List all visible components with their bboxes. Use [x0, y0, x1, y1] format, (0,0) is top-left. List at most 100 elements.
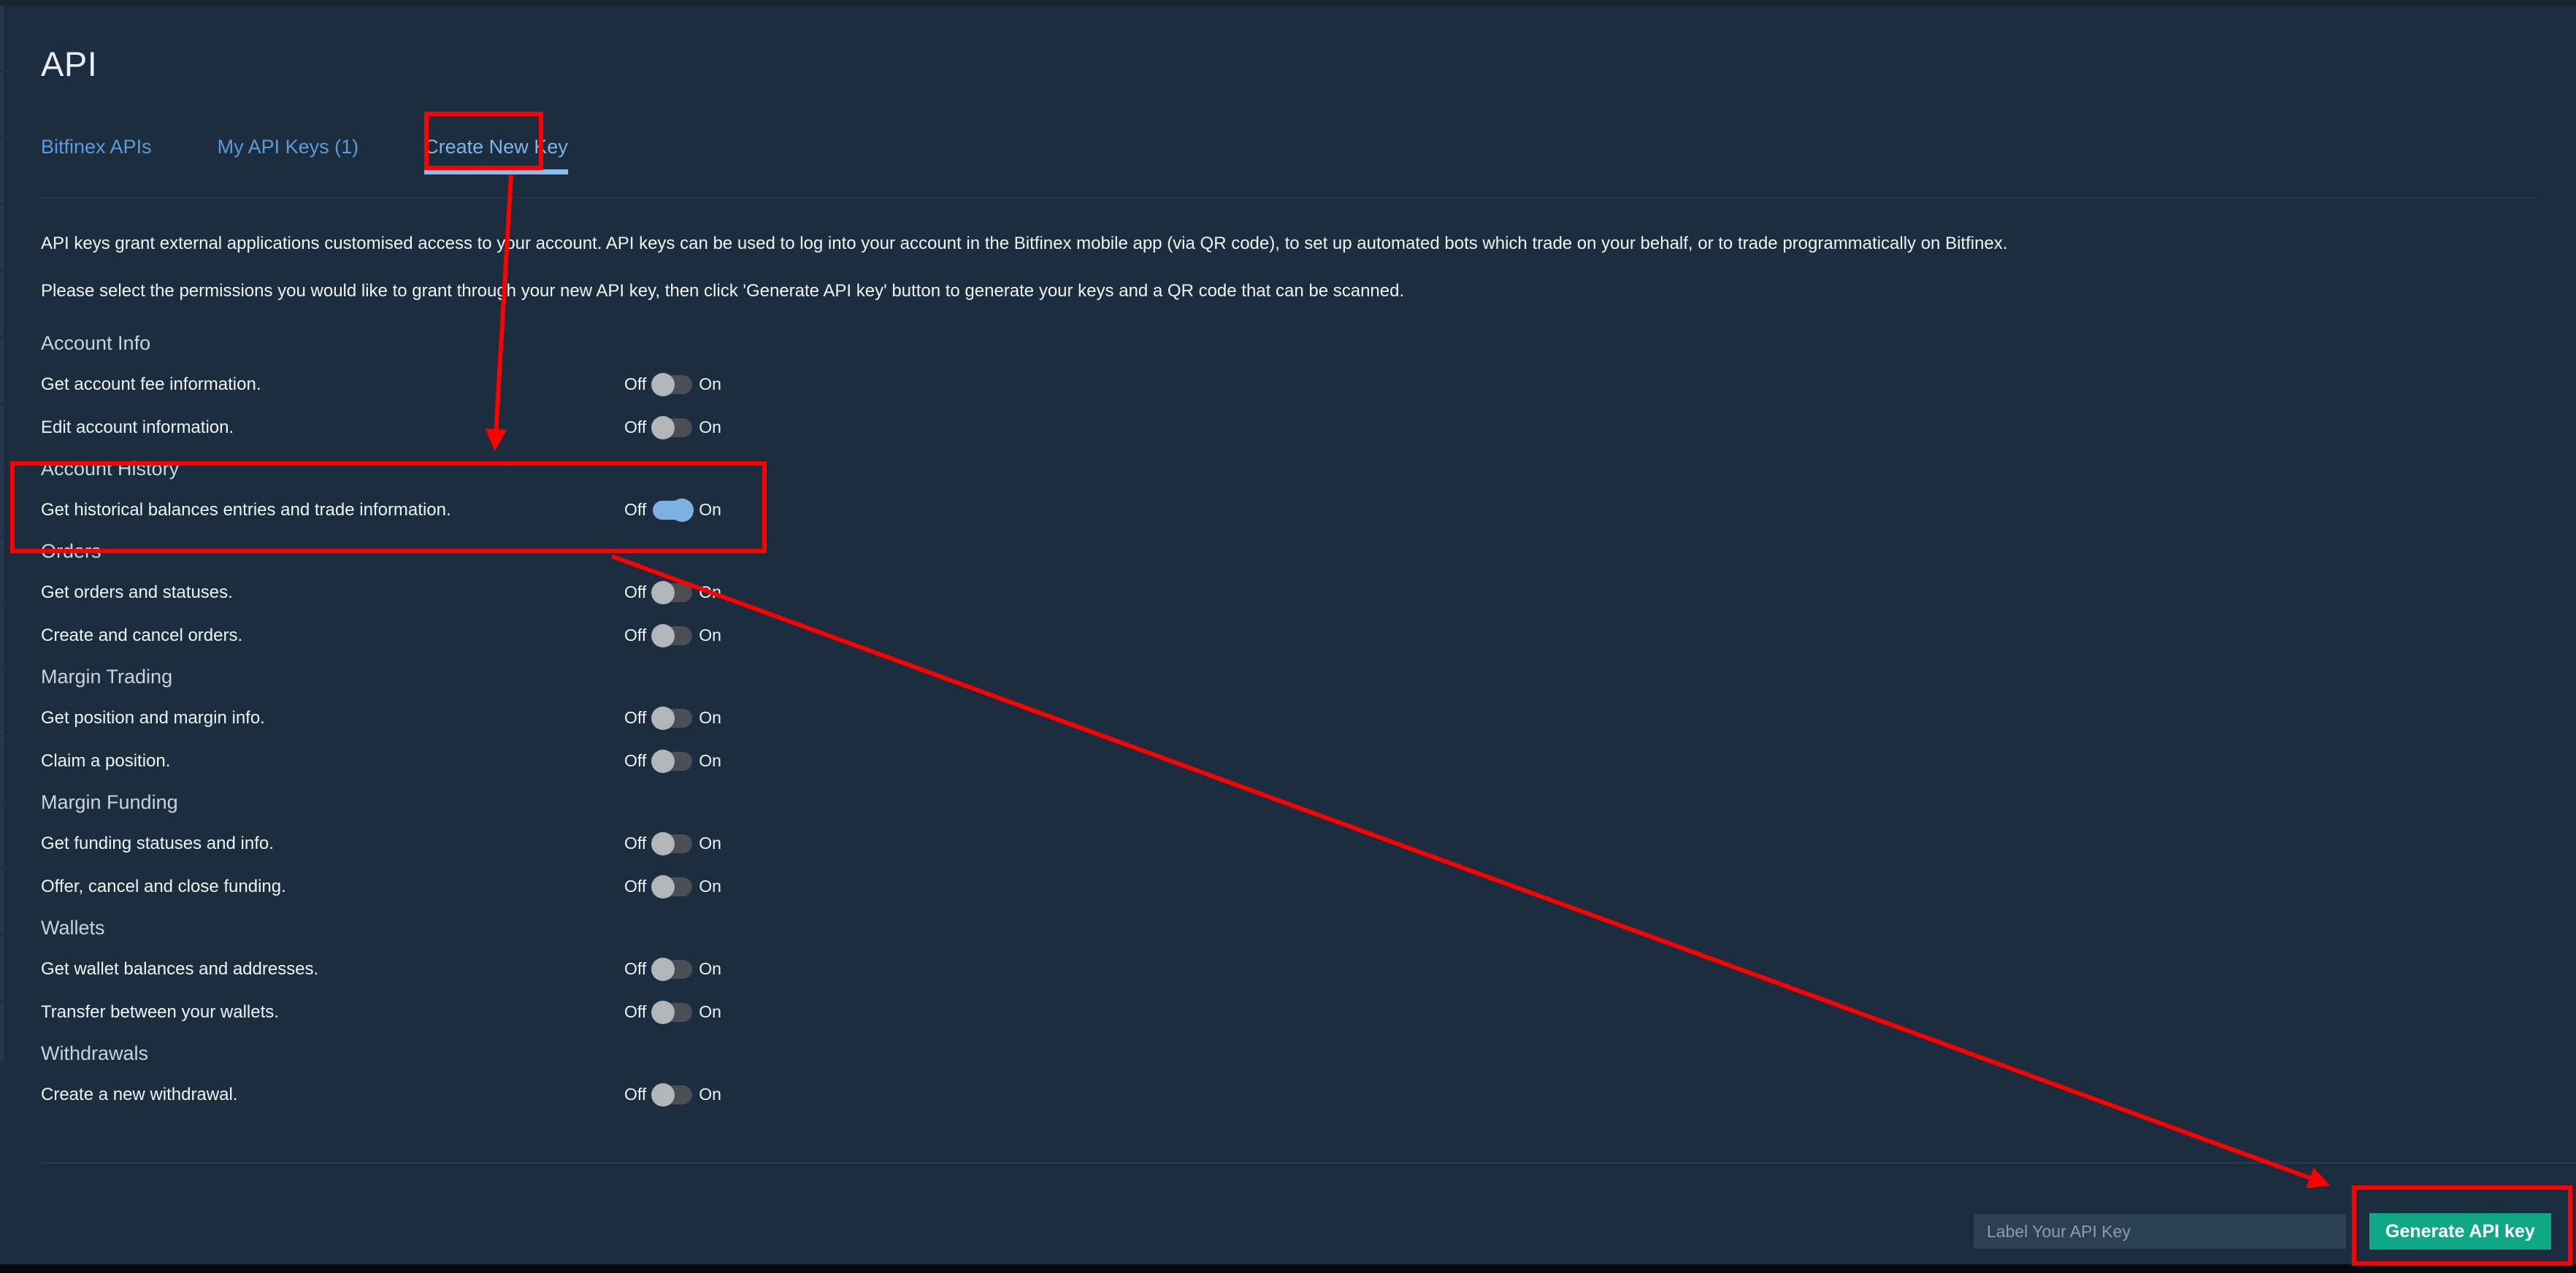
page-title: API: [41, 45, 98, 83]
permission-label: Get historical balances entries and trad…: [41, 499, 451, 520]
permission-row: Get funding statuses and info. Off On: [0, 822, 2576, 865]
toggle-off-label: Off: [624, 374, 647, 393]
toggle-knob: [651, 874, 675, 899]
tab-bar-divider: [41, 197, 2537, 198]
api-settings-page: API Bitfinex APIs My API Keys (1) Create N…: [0, 0, 2576, 1273]
permission-toggle[interactable]: [651, 706, 693, 730]
permission-label: Get account fee information.: [41, 374, 261, 394]
toggle-on-label: On: [699, 834, 721, 853]
permission-label: Create and cancel orders.: [41, 625, 243, 645]
permission-toggle[interactable]: [651, 580, 693, 604]
permission-toggle[interactable]: [651, 623, 693, 647]
tab-bitfinex-apis[interactable]: Bitfinex APIs: [41, 136, 152, 174]
permission-row: Offer, cancel and close funding. Off On: [0, 865, 2576, 908]
permission-label: Create a new withdrawal.: [41, 1084, 238, 1104]
toggle-knob: [651, 706, 675, 730]
bottom-chrome-strip: [0, 1264, 2576, 1273]
permissions-list: Account Info Get account fee information.…: [0, 323, 2576, 1116]
toggle-off-label: Off: [624, 500, 647, 519]
toggle-knob: [651, 1000, 675, 1024]
top-chrome-strip: [0, 0, 2576, 6]
permission-toggle[interactable]: [653, 498, 694, 522]
section-title-margin-funding: Margin Funding: [41, 791, 178, 813]
permission-row: Get orders and statuses. Off On: [0, 571, 2576, 614]
permission-row: Create and cancel orders. Off On: [0, 614, 2576, 657]
toggle-off-label: Off: [624, 959, 647, 978]
section-title-account-history: Account History: [41, 458, 180, 480]
toggle-knob: [651, 580, 675, 604]
toggle-knob: [651, 957, 675, 981]
toggle-on-label: On: [699, 500, 721, 519]
permission-row: Get position and margin info. Off On: [0, 696, 2576, 739]
permission-toggle[interactable]: [651, 1000, 693, 1024]
permission-label: Claim a position.: [41, 750, 171, 771]
permission-label: Get position and margin info.: [41, 707, 265, 728]
tab-label: Create New Key: [424, 136, 568, 158]
permission-row: Get wallet balances and addresses. Off On: [0, 947, 2576, 991]
toggle-on-label: On: [699, 374, 721, 393]
tab-bar: Bitfinex APIs My API Keys (1) Create New K…: [41, 136, 568, 174]
toggle-on-label: On: [699, 1002, 721, 1021]
section-title-wallets: Wallets: [41, 917, 105, 939]
permission-toggle-group: Off On: [624, 749, 721, 773]
permission-toggle[interactable]: [651, 1082, 693, 1107]
permission-toggle[interactable]: [651, 749, 693, 773]
section-title-account-info: Account Info: [41, 332, 151, 354]
toggle-on-label: On: [699, 418, 721, 436]
main-content: API Bitfinex APIs My API Keys (1) Create N…: [0, 6, 2576, 1264]
permission-label: Get orders and statuses.: [41, 582, 233, 602]
toggle-knob: [651, 749, 675, 773]
toggle-knob: [651, 1082, 675, 1107]
permission-row: Claim a position. Off On: [0, 739, 2576, 782]
permission-toggle[interactable]: [651, 957, 693, 981]
toggle-knob: [670, 498, 694, 522]
tab-label: My API Keys (1): [217, 136, 359, 158]
permission-toggle[interactable]: [651, 372, 693, 396]
permission-toggle[interactable]: [651, 831, 693, 855]
toggle-off-label: Off: [624, 751, 647, 770]
toggle-off-label: Off: [624, 1002, 647, 1021]
toggle-off-label: Off: [624, 708, 647, 727]
permission-toggle-group: Off On: [624, 706, 721, 730]
section-title-withdrawals: Withdrawals: [41, 1042, 149, 1064]
toggle-on-label: On: [699, 708, 721, 727]
permission-toggle-group: Off On: [624, 957, 721, 981]
permission-toggle-group: Off On: [624, 874, 721, 899]
permission-label: Edit account information.: [41, 417, 234, 437]
toggle-on-label: On: [699, 959, 721, 978]
intro-paragraph-1: API keys grant external applications cus…: [41, 234, 2008, 253]
toggle-off-label: Off: [624, 626, 647, 645]
section-title-orders: Orders: [41, 540, 101, 562]
toggle-on-label: On: [699, 751, 721, 770]
permission-toggle-group: Off On: [624, 372, 721, 396]
permission-label: Get funding statuses and info.: [41, 833, 274, 853]
toggle-on-label: On: [699, 626, 721, 645]
permission-label: Transfer between your wallets.: [41, 1001, 279, 1022]
toggle-on-label: On: [699, 877, 721, 896]
toggle-off-label: Off: [624, 834, 647, 853]
toggle-off-label: Off: [624, 418, 647, 436]
toggle-off-label: Off: [624, 1085, 647, 1104]
toggle-knob: [651, 415, 675, 439]
generate-api-key-button[interactable]: Generate API key: [2369, 1213, 2551, 1250]
permission-toggle[interactable]: [651, 415, 693, 439]
permission-toggle[interactable]: [651, 874, 693, 899]
api-key-label-input[interactable]: [1974, 1214, 2346, 1249]
toggle-off-label: Off: [624, 877, 647, 896]
toggle-knob: [651, 831, 675, 855]
footer-divider: [41, 1162, 2576, 1164]
toggle-knob: [651, 623, 675, 647]
permission-toggle-group: Off On: [624, 1000, 721, 1024]
permission-toggle-group: Off On: [624, 415, 721, 439]
permission-toggle-group: Off On: [624, 623, 721, 647]
permission-toggle-group: Off On: [624, 831, 721, 855]
toggle-on-label: On: [699, 582, 721, 601]
permission-row: Create a new withdrawal. Off On: [0, 1073, 2576, 1116]
permission-row: Edit account information. Off On: [0, 406, 2576, 449]
tab-my-api-keys-1[interactable]: My API Keys (1): [218, 136, 359, 174]
tab-create-new-key[interactable]: Create New Key: [424, 136, 568, 174]
permission-row: Transfer between your wallets. Off On: [0, 991, 2576, 1034]
permission-row: Get account fee information. Off On: [0, 363, 2576, 406]
permission-label: Get wallet balances and addresses.: [41, 958, 319, 979]
permission-toggle-group: Off On: [624, 580, 721, 604]
